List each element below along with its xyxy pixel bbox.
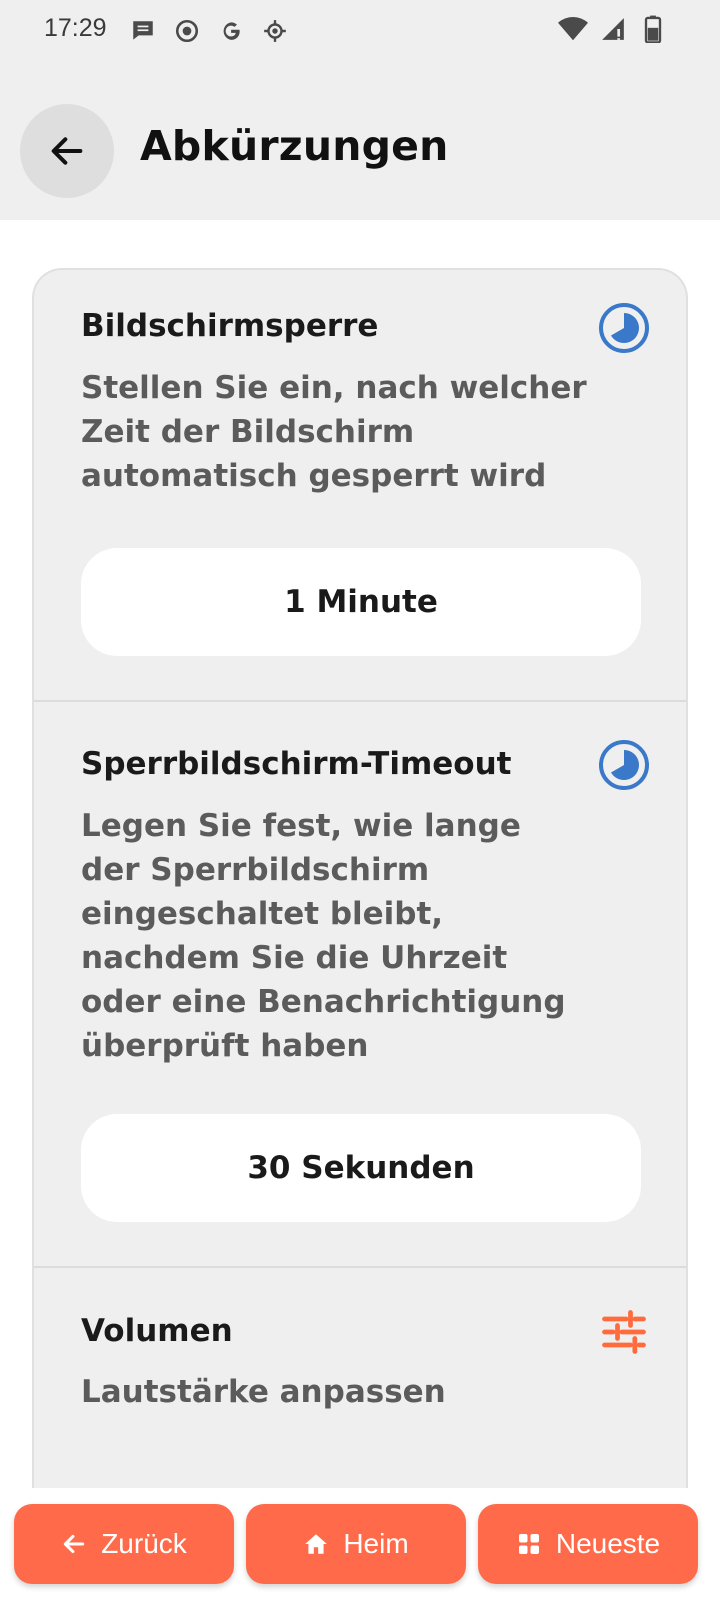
section-title: Volumen bbox=[81, 1313, 233, 1349]
status-bar: 17:29 bbox=[0, 0, 720, 64]
timer-icon bbox=[596, 737, 652, 793]
arrow-left-icon bbox=[61, 1531, 87, 1557]
sliders-icon bbox=[596, 1304, 652, 1360]
battery-icon bbox=[638, 14, 668, 44]
wifi-icon bbox=[558, 14, 588, 44]
timer-icon bbox=[596, 300, 652, 356]
bottom-nav: Zurück Heim Neueste bbox=[0, 1488, 720, 1600]
section-title: Bildschirmsperre bbox=[81, 308, 379, 344]
section-description: Lautstärke anpassen bbox=[81, 1374, 446, 1410]
lockscreen-timeout-value-button[interactable]: 30 Sekunden bbox=[81, 1114, 641, 1222]
record-icon bbox=[172, 16, 202, 46]
home-icon bbox=[303, 1531, 329, 1557]
nav-back-label: Zurück bbox=[101, 1528, 187, 1559]
page-title: Abkürzungen bbox=[140, 122, 449, 170]
message-icon bbox=[128, 16, 158, 46]
section-description: Stellen Sie ein, nach welcher Zeit der B… bbox=[81, 370, 587, 494]
location-icon bbox=[260, 16, 290, 46]
status-icons-left bbox=[128, 16, 290, 46]
divider bbox=[34, 700, 686, 702]
google-icon bbox=[216, 16, 246, 46]
arrow-left-icon bbox=[51, 137, 83, 165]
nav-recent-label: Neueste bbox=[555, 1528, 661, 1559]
nav-home-label: Heim bbox=[343, 1528, 409, 1559]
status-time: 17:29 bbox=[44, 14, 107, 42]
divider bbox=[34, 1266, 686, 1268]
status-icons-right bbox=[558, 14, 668, 44]
section-description: Legen Sie fest, wie lange der Sperrbilds… bbox=[81, 808, 566, 1064]
shortcuts-card: Bildschirmsperre Stellen Sie ein, nach w… bbox=[32, 268, 688, 1508]
nav-back-button[interactable]: Zurück bbox=[14, 1504, 234, 1584]
grid-icon bbox=[516, 1531, 542, 1557]
app-bar: Abkürzungen bbox=[0, 64, 720, 220]
nav-home-button[interactable]: Heim bbox=[246, 1504, 466, 1584]
signal-icon bbox=[598, 14, 628, 44]
nav-recent-button[interactable]: Neueste bbox=[478, 1504, 698, 1584]
screen-lock-value-button[interactable]: 1 Minute bbox=[81, 548, 641, 656]
header-back-button[interactable] bbox=[20, 104, 114, 198]
section-title: Sperrbildschirm-Timeout bbox=[81, 746, 512, 782]
